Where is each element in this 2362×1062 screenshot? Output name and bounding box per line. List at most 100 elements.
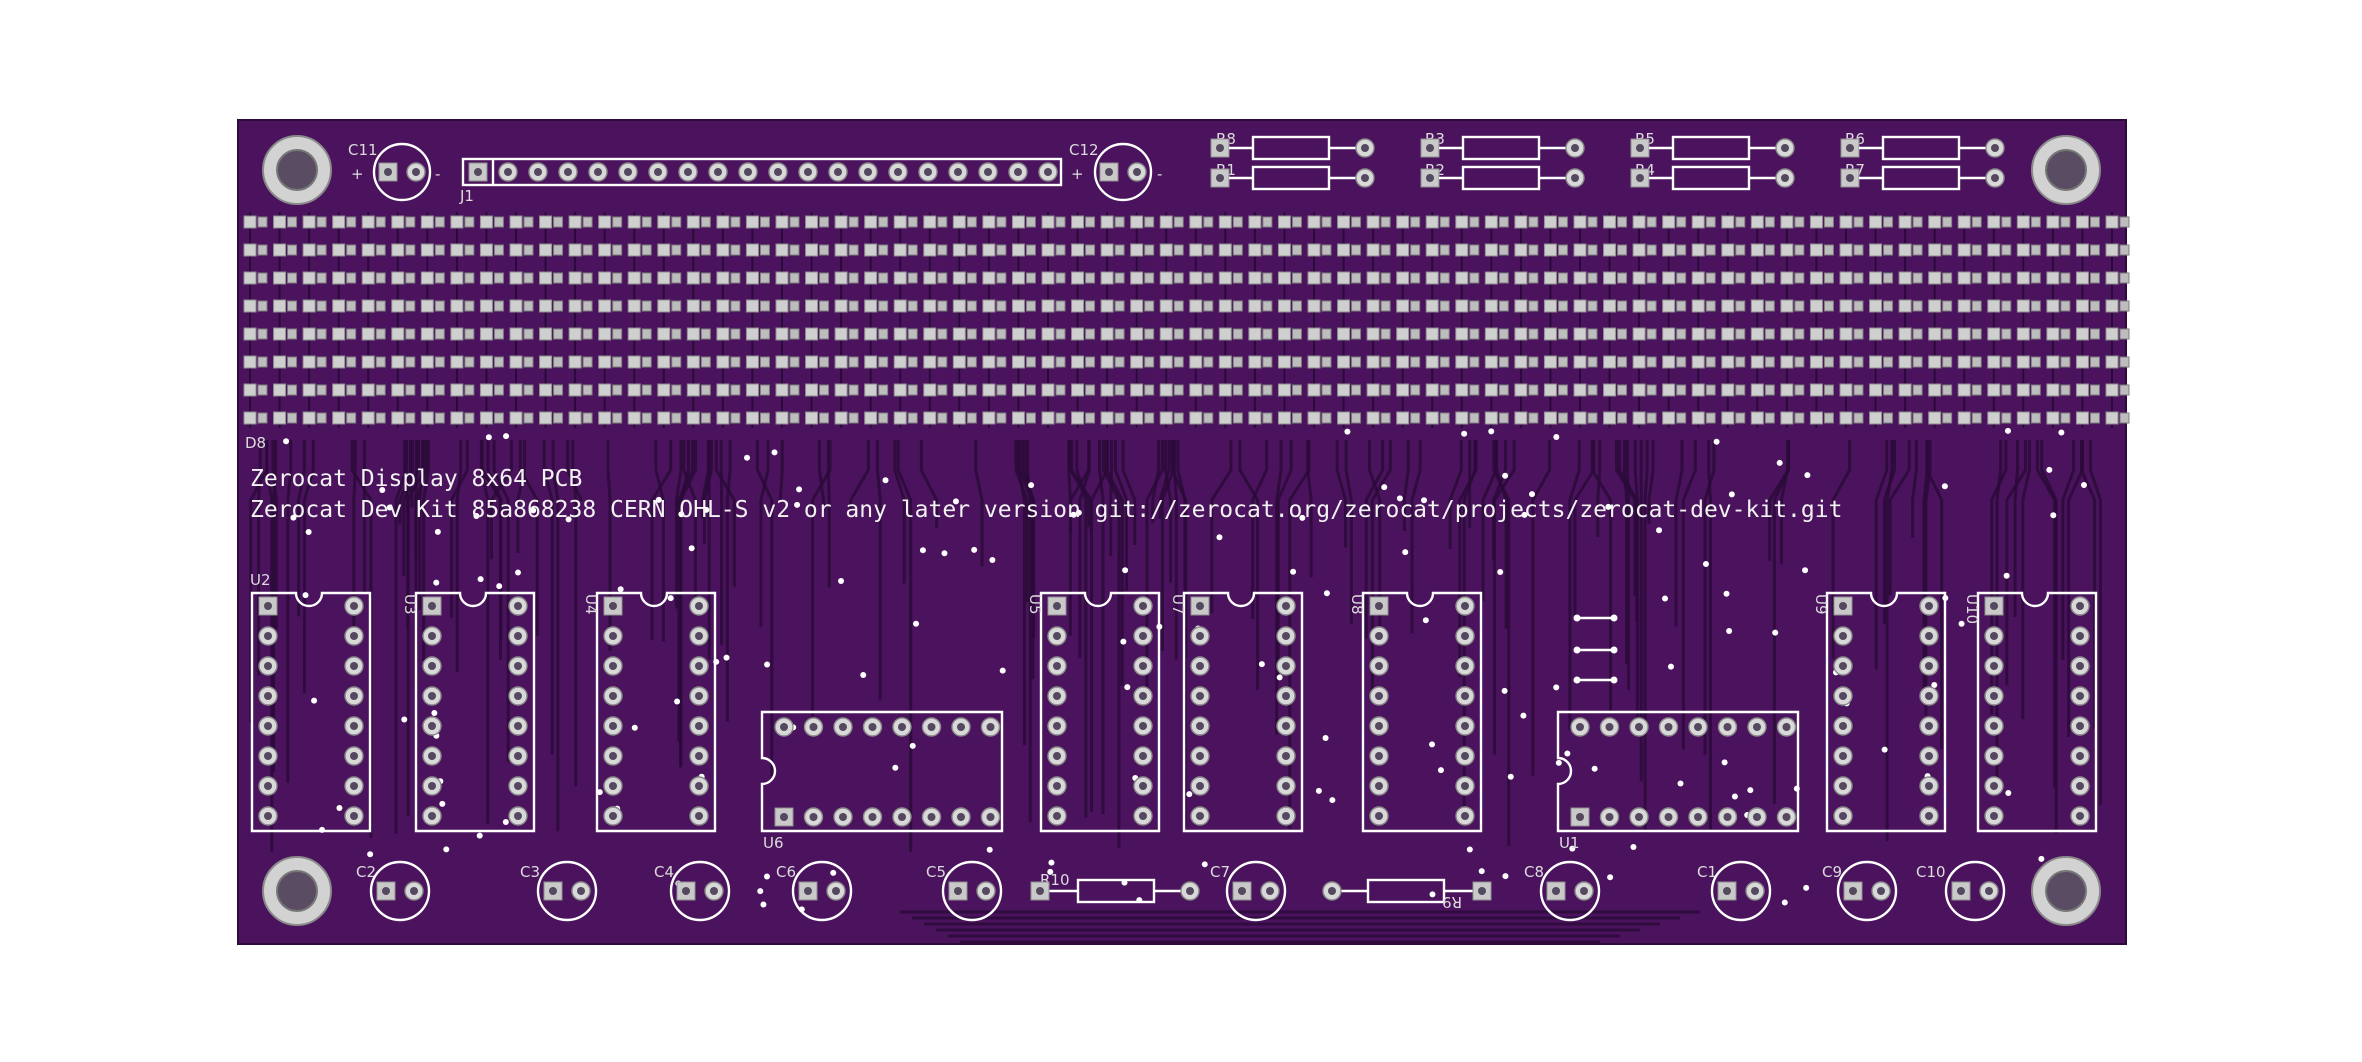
led-pad bbox=[1232, 328, 1243, 340]
pad-hole bbox=[1375, 602, 1383, 610]
led-pad bbox=[1839, 355, 1853, 369]
led-pad bbox=[2089, 412, 2100, 424]
led-pad bbox=[1735, 384, 1746, 396]
led-pad bbox=[509, 411, 523, 425]
pad-hole bbox=[1925, 812, 1933, 820]
led-pad bbox=[391, 243, 405, 257]
via bbox=[1555, 759, 1562, 766]
led-pad bbox=[2119, 356, 2130, 368]
led-pad bbox=[2016, 243, 2030, 257]
led-pad bbox=[1248, 243, 1262, 257]
led-pad bbox=[1173, 272, 1184, 284]
led-pad bbox=[1085, 328, 1096, 340]
pad-hole bbox=[809, 813, 818, 821]
pad-hole bbox=[1782, 813, 1791, 821]
led-pad bbox=[848, 412, 859, 424]
led-pad bbox=[1011, 411, 1025, 425]
led-pad bbox=[878, 244, 889, 256]
via bbox=[1501, 687, 1508, 694]
led-pad bbox=[1705, 216, 1716, 228]
ic-label: U5 bbox=[1026, 594, 1044, 615]
led-pad bbox=[1735, 300, 1746, 312]
led-pad bbox=[657, 411, 671, 425]
led-pad bbox=[1439, 412, 1450, 424]
led-pad bbox=[1573, 299, 1587, 313]
led-pad bbox=[539, 215, 553, 229]
led-pad bbox=[996, 412, 1007, 424]
led-pad bbox=[1469, 412, 1480, 424]
via bbox=[1713, 438, 1720, 445]
led-pad bbox=[2016, 411, 2030, 425]
led-pad bbox=[923, 215, 937, 229]
led-pad bbox=[1721, 411, 1735, 425]
led-pad bbox=[848, 384, 859, 396]
led-pad bbox=[2030, 300, 2041, 312]
led-pad bbox=[1898, 243, 1912, 257]
pad-hole bbox=[1839, 662, 1847, 670]
via bbox=[1402, 549, 1409, 556]
via bbox=[485, 434, 492, 441]
led-pad bbox=[1898, 215, 1912, 229]
led-pad bbox=[834, 243, 848, 257]
led-pad bbox=[1987, 383, 2001, 397]
led-pad bbox=[302, 215, 316, 229]
led-pad bbox=[1130, 243, 1144, 257]
led-pad bbox=[1189, 383, 1203, 397]
led-pad bbox=[361, 299, 375, 313]
led-pad bbox=[1942, 272, 1953, 284]
led-pad bbox=[1764, 356, 1775, 368]
led-pad bbox=[1632, 243, 1646, 257]
led-pad bbox=[1366, 299, 1380, 313]
led-pad bbox=[1159, 299, 1173, 313]
led-pad bbox=[1676, 328, 1687, 340]
pad-hole bbox=[1461, 812, 1469, 820]
led-pad bbox=[1455, 215, 1469, 229]
pad-hole bbox=[514, 632, 522, 640]
led-pad bbox=[2075, 355, 2089, 369]
led-pad bbox=[2046, 327, 2060, 341]
pad-hole bbox=[1375, 692, 1383, 700]
led-pad bbox=[1159, 243, 1173, 257]
via bbox=[439, 800, 446, 807]
mounting-hole-bottom-right bbox=[2031, 856, 2101, 926]
led-matrix-label: D8 bbox=[245, 434, 266, 452]
pad-hole bbox=[1664, 813, 1673, 821]
led-pad bbox=[450, 215, 464, 229]
led-pad bbox=[2016, 215, 2030, 229]
led-pad bbox=[1232, 216, 1243, 228]
via bbox=[986, 846, 993, 853]
led-pad bbox=[1277, 355, 1291, 369]
led-pad bbox=[2105, 327, 2119, 341]
led-pad bbox=[1928, 243, 1942, 257]
led-pad bbox=[789, 244, 800, 256]
via bbox=[1216, 534, 1223, 541]
via bbox=[2080, 482, 2087, 489]
led-pad bbox=[523, 384, 534, 396]
board-info: Zerocat Dev Kit 85a868238 CERN OHL-S v2 … bbox=[250, 497, 1842, 523]
led-pad bbox=[1750, 299, 1764, 313]
led-pad bbox=[1632, 383, 1646, 397]
led-pad bbox=[1498, 272, 1509, 284]
pad-hole bbox=[1571, 144, 1579, 152]
pad-hole bbox=[774, 168, 782, 176]
led-pad bbox=[982, 215, 996, 229]
via bbox=[1120, 638, 1127, 645]
led-pad bbox=[1337, 383, 1351, 397]
led-pad bbox=[1912, 244, 1923, 256]
via bbox=[1776, 459, 1783, 466]
led-pad bbox=[1011, 383, 1025, 397]
pad-hole bbox=[1139, 722, 1147, 730]
pad-hole bbox=[1426, 144, 1434, 152]
led-pad bbox=[1735, 272, 1746, 284]
led-pad bbox=[789, 300, 800, 312]
pad-hole bbox=[894, 168, 902, 176]
via bbox=[1323, 590, 1330, 597]
led-pad bbox=[1469, 356, 1480, 368]
via bbox=[1186, 791, 1193, 798]
led-pad bbox=[864, 215, 878, 229]
led-pad bbox=[2089, 384, 2100, 396]
led-pad bbox=[1114, 216, 1125, 228]
led-pad bbox=[1617, 244, 1628, 256]
led-pad bbox=[1794, 356, 1805, 368]
led-pad bbox=[1721, 299, 1735, 313]
